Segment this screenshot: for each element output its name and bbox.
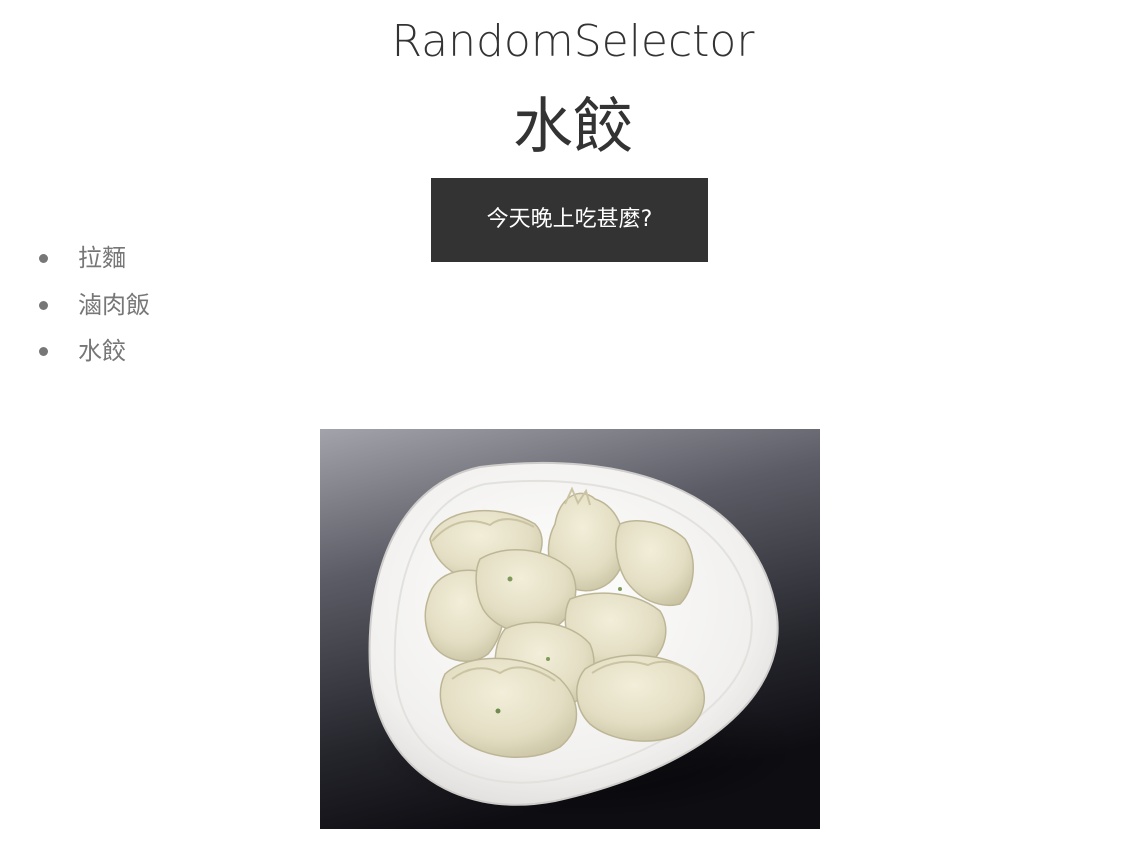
bullet-icon [39,347,48,356]
food-photo [320,429,820,829]
app-title: RandomSelector [391,16,755,67]
list-item: 水餃 [35,329,150,376]
list-item: 拉麵 [35,236,150,283]
options-list: 拉麵 滷肉飯 水餃 [35,236,150,376]
option-label: 拉麵 [78,244,126,272]
dumplings-group [424,486,706,758]
bullet-icon [39,300,48,310]
option-label: 滷肉飯 [78,290,150,319]
bullet-icon [39,254,48,263]
dumplings-photo-image [320,429,820,829]
pick-random-button[interactable]: 今天晚上吃甚麼? [431,178,708,262]
option-label: 水餃 [78,337,126,365]
list-item: 滷肉飯 [35,283,150,330]
selected-result: 水餃 [513,92,633,162]
page: RandomSelector 水餃 今天晚上吃甚麼? 拉麵 滷肉飯 水餃 [0,0,1146,854]
